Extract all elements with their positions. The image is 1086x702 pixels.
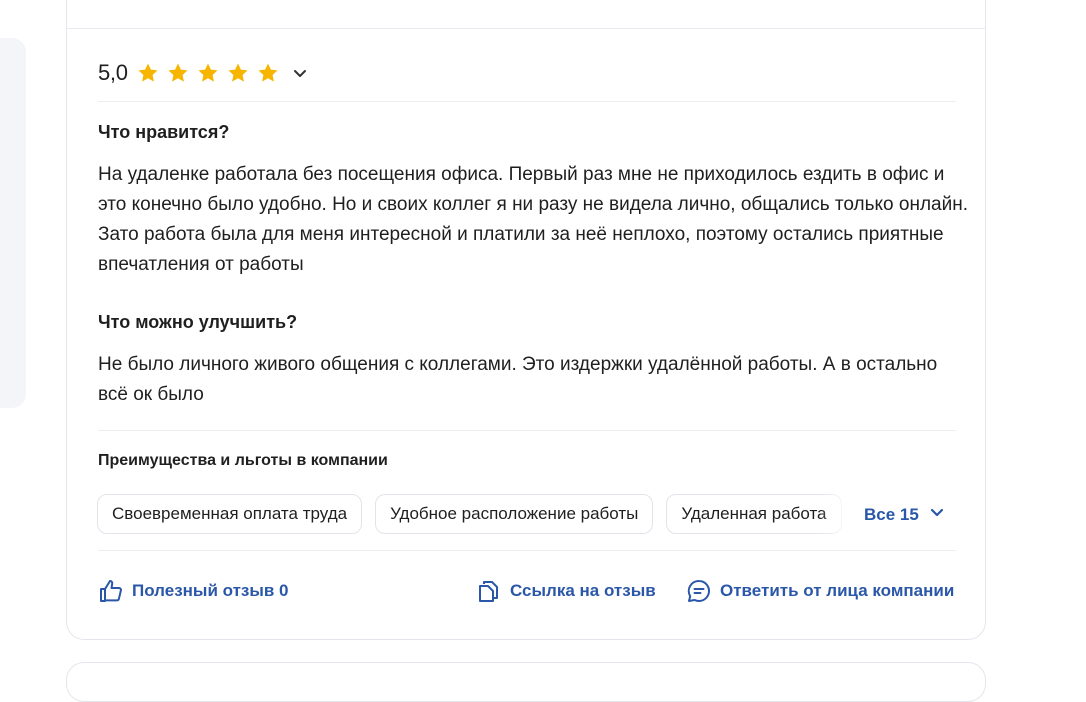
thumbs-up-icon	[98, 578, 124, 604]
benefit-chip[interactable]: Удобное расположение работы	[375, 494, 654, 534]
star-icon	[136, 61, 160, 85]
benefits-chips: Своевременная оплата труда Удобное распо…	[97, 494, 857, 534]
improve-title: Что можно улучшить?	[98, 312, 298, 332]
chips-fade	[820, 494, 860, 534]
benefit-chip[interactable]: Удаленная работа	[666, 494, 842, 534]
star-icon	[166, 61, 190, 85]
likes-title: Что нравится?	[98, 122, 230, 142]
rating-value: 5,0	[98, 60, 128, 85]
reply-label: Ответить от лица компании	[720, 581, 955, 600]
helpful-review-button[interactable]: Полезный отзыв 0	[98, 576, 289, 606]
show-all-benefits-button[interactable]: Все 15	[864, 504, 945, 525]
rating-stars	[136, 61, 280, 85]
star-icon	[256, 61, 280, 85]
divider	[66, 28, 986, 29]
show-all-label: Все 15	[864, 504, 919, 524]
divider	[98, 430, 956, 431]
copy-link-label: Ссылка на отзыв	[510, 581, 656, 600]
chevron-down-icon	[929, 504, 945, 525]
star-icon	[196, 61, 220, 85]
star-icon	[226, 61, 250, 85]
chevron-down-icon[interactable]	[292, 65, 308, 81]
next-review-card	[66, 662, 986, 702]
divider	[98, 550, 956, 551]
reply-as-company-button[interactable]: Ответить от лица компании	[686, 576, 954, 606]
divider	[98, 101, 956, 102]
helpful-label: Полезный отзыв 0	[132, 581, 289, 600]
comment-icon	[686, 578, 712, 604]
review-rating: 5,0	[98, 58, 308, 88]
benefits-title: Преимущества и льготы в компании	[98, 452, 388, 469]
benefit-chip[interactable]: Своевременная оплата труда	[97, 494, 363, 534]
copy-link-button[interactable]: Ссылка на отзыв	[476, 576, 656, 606]
likes-text: На удаленке работала без посещения офиса…	[98, 164, 968, 275]
left-side-panel	[0, 38, 26, 408]
improve-text: Не было личного живого общения с коллега…	[98, 354, 938, 405]
copy-icon	[476, 578, 502, 604]
